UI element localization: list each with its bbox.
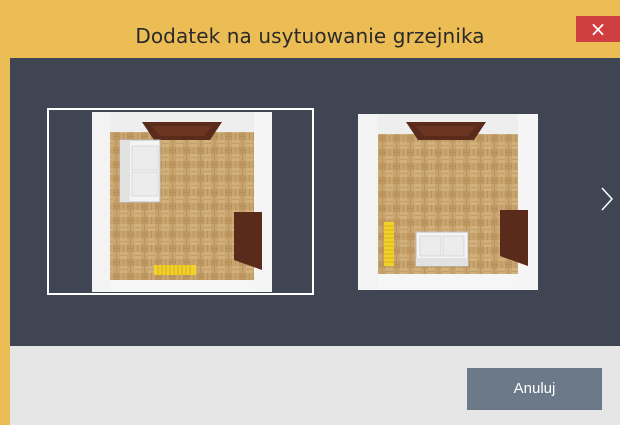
options-panel — [10, 58, 620, 346]
cancel-button[interactable]: Anuluj — [467, 368, 602, 410]
dialog-footer: Anuluj — [10, 346, 620, 425]
dialog-title: Dodatek na usytuowanie grzejnika — [135, 24, 485, 48]
option-card-selected[interactable] — [47, 108, 314, 295]
close-icon: × — [589, 17, 607, 41]
close-button[interactable]: × — [576, 16, 620, 42]
option-card[interactable] — [358, 114, 538, 290]
titlebar: Dodatek na usytuowanie grzejnika × — [0, 0, 620, 58]
next-arrow-icon[interactable] — [595, 184, 620, 214]
room-preview-image-2 — [358, 114, 538, 290]
dialog-window: Dodatek na usytuowanie grzejnika × Anulu… — [0, 0, 620, 425]
room-preview-image-1 — [92, 112, 272, 292]
